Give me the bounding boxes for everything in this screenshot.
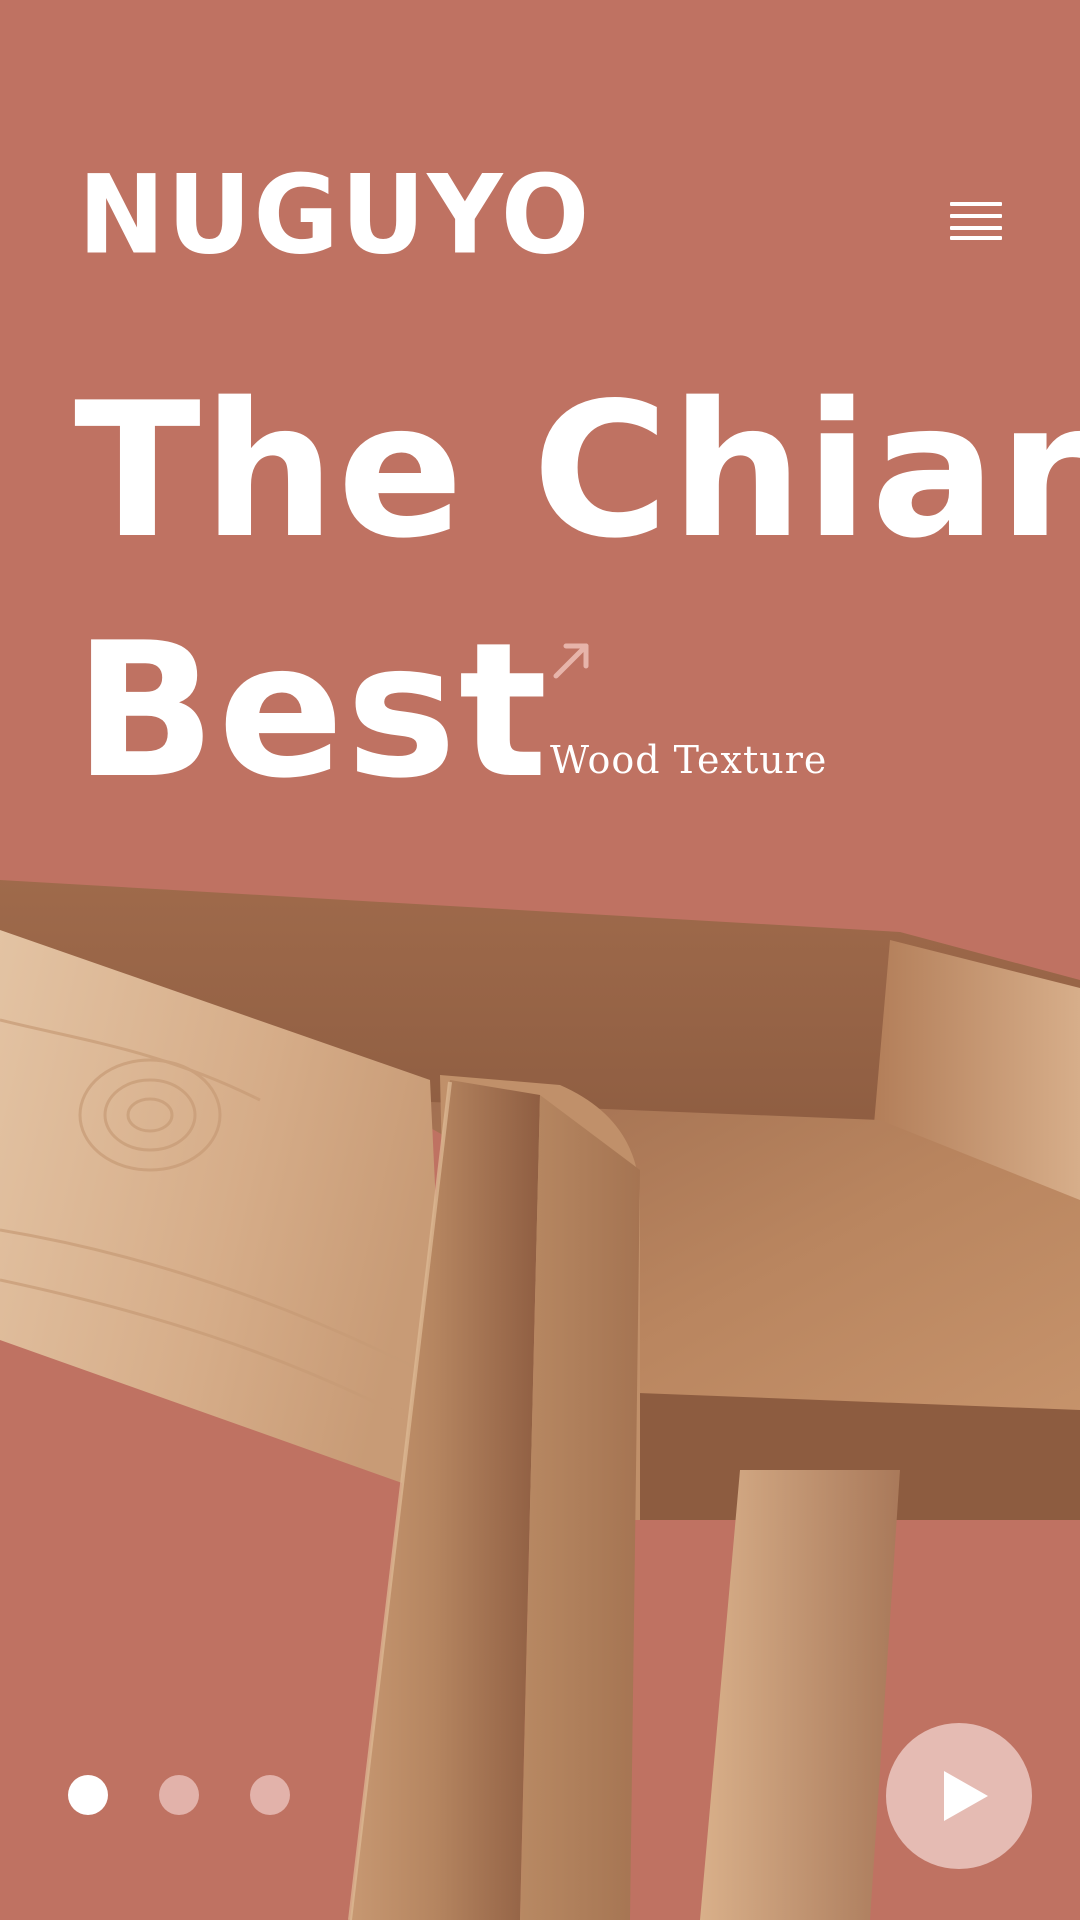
- arrow-up-right-icon[interactable]: [552, 640, 592, 680]
- hamburger-menu-icon[interactable]: [950, 202, 1002, 240]
- play-icon: [944, 1771, 988, 1821]
- play-button[interactable]: [886, 1723, 1032, 1869]
- hero-headline-line2: Best: [74, 602, 550, 819]
- carousel-dot-3[interactable]: [250, 1775, 290, 1815]
- hero-subtitle: Wood Texture: [550, 738, 828, 782]
- carousel-dot-1[interactable]: [68, 1775, 108, 1815]
- brand-logo[interactable]: NUGUYO: [78, 160, 591, 269]
- hero-headline-line1: The Chiar: [74, 362, 1080, 579]
- carousel-dot-2[interactable]: [159, 1775, 199, 1815]
